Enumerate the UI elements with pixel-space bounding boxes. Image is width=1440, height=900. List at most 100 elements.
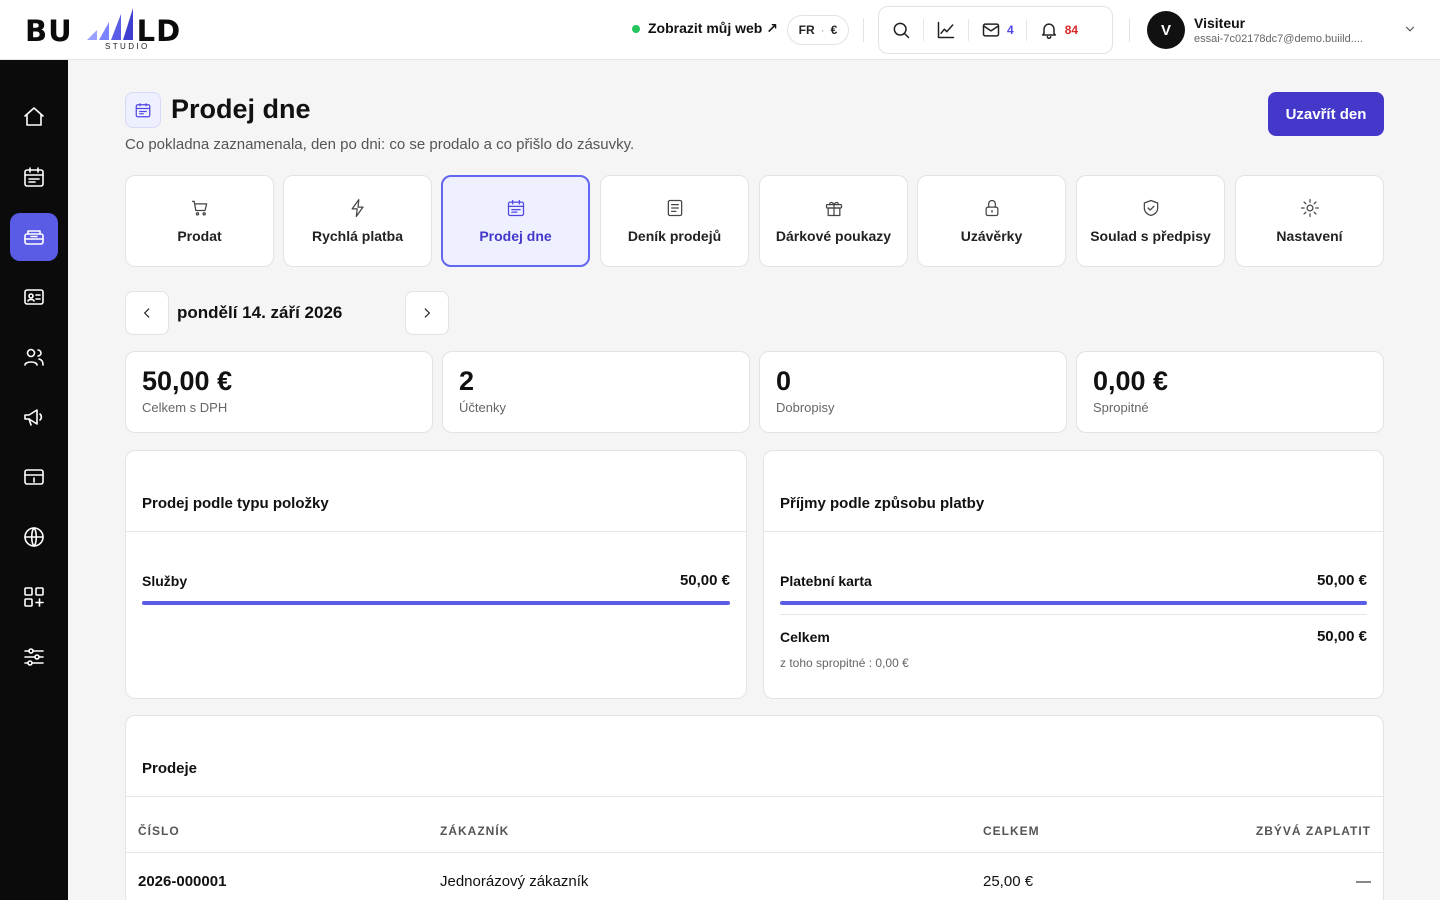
- sidebar-item-website[interactable]: [10, 513, 58, 561]
- globe-icon: [24, 527, 44, 547]
- shield-icon: [1143, 199, 1158, 217]
- type-share-bar: [142, 601, 730, 605]
- language-currency-selector[interactable]: FR · €: [787, 15, 849, 45]
- search-icon: [893, 22, 910, 39]
- tab-label: Soulad s předpisy: [1090, 228, 1211, 244]
- sidebar-item-register[interactable]: [10, 213, 58, 261]
- logo-bars-icon: [87, 8, 133, 40]
- stat-value: 50,00 €: [142, 366, 233, 396]
- stat-value: 0,00 €: [1093, 366, 1169, 396]
- sidebar-item-users[interactable]: [10, 333, 58, 381]
- page-title-icon-box: [125, 92, 161, 128]
- card-title: Prodej podle typu položky: [142, 495, 329, 512]
- column-header-remaining[interactable]: ZBÝVÁ ZAPLATIT: [1256, 824, 1371, 838]
- sidebar-item-apps[interactable]: [10, 573, 58, 621]
- messages-button[interactable]: 4: [981, 6, 1014, 54]
- stat-value: 0: [776, 366, 792, 396]
- tab-daily-sales[interactable]: Prodej dne: [441, 175, 590, 267]
- sidebar-item-calendar[interactable]: [10, 153, 58, 201]
- header-divider: [1129, 18, 1130, 42]
- tab-compliance[interactable]: Soulad s předpisy: [1076, 175, 1225, 267]
- top-bar: BULD STUDIO Zobrazit můj web ↗ FR · € 4: [0, 0, 1440, 60]
- currency-symbol: €: [830, 23, 838, 37]
- tab-label: Prodat: [177, 228, 222, 244]
- income-by-payment-card: Příjmy podle způsobu platby Platební kar…: [763, 450, 1384, 699]
- tool-divider: [923, 19, 924, 41]
- mail-count-badge: 4: [1007, 23, 1014, 37]
- view-website-link[interactable]: Zobrazit můj web ↗: [632, 20, 778, 37]
- online-status-dot: [632, 24, 640, 33]
- summary-stats: 50,00 € Celkem s DPH 2 Účtenky 0 Dobropi…: [125, 351, 1384, 433]
- divider: [126, 852, 1383, 853]
- header-tools: 4 84: [878, 6, 1113, 54]
- sidebar-item-settings[interactable]: [10, 633, 58, 681]
- sidebar: [0, 60, 68, 900]
- stat-card-credit-notes: 0 Dobropisy: [759, 351, 1067, 433]
- divider: [126, 796, 1383, 797]
- stat-label: Dobropisy: [776, 400, 835, 415]
- page-title: Prodej dne: [171, 94, 311, 124]
- sidebar-item-home[interactable]: [10, 93, 58, 141]
- search-button[interactable]: [891, 6, 911, 54]
- section-tabs: Prodat Rychlá platba Prodej dne Deník pr…: [125, 175, 1384, 267]
- next-day-button[interactable]: [405, 291, 449, 335]
- chevron-down-icon: [1405, 26, 1415, 32]
- apps-icon: [24, 587, 44, 607]
- current-date: pondělí 14. září 2026: [177, 303, 343, 322]
- chart-line-icon: [937, 21, 955, 39]
- logo[interactable]: BU LD STUDIO: [25, 8, 185, 52]
- calendar-icon: [24, 167, 44, 187]
- divider: [126, 531, 746, 532]
- sun-icon: [1300, 199, 1319, 217]
- tab-settings[interactable]: Nastavení: [1235, 175, 1384, 267]
- divider: [764, 531, 1383, 532]
- analytics-button[interactable]: [936, 6, 956, 54]
- lightning-icon: [351, 199, 364, 217]
- tab-quick-payment[interactable]: Rychlá platba: [283, 175, 432, 267]
- tab-label: Dárkové poukazy: [775, 228, 892, 244]
- sidebar-item-marketing[interactable]: [10, 393, 58, 441]
- stat-label: Celkem s DPH: [142, 400, 228, 415]
- payment-total-value: 50,00 €: [1316, 628, 1367, 645]
- type-row-value: 50,00 €: [679, 572, 730, 589]
- lock-icon: [985, 199, 998, 217]
- column-header-number[interactable]: ČÍSLO: [138, 824, 180, 838]
- sale-customer: Jednorázový zákazník: [440, 873, 589, 890]
- notifications-button[interactable]: 84: [1039, 6, 1078, 54]
- logo-subtitle: STUDIO: [105, 42, 150, 51]
- sidebar-item-contacts[interactable]: [10, 273, 58, 321]
- sliders-icon: [24, 648, 44, 666]
- main-content: Prodej dne Co pokladna zaznamenala, den …: [68, 60, 1440, 900]
- calendar-icon: [135, 103, 151, 118]
- stat-card-total: 50,00 € Celkem s DPH: [125, 351, 433, 433]
- register-icon: [24, 230, 44, 245]
- payment-share-bar: [780, 601, 1367, 605]
- megaphone-icon: [24, 409, 43, 426]
- header-divider: [863, 18, 864, 42]
- users-icon: [24, 348, 44, 366]
- payment-card-icon: [24, 469, 44, 485]
- tab-gift-vouchers[interactable]: Dárkové poukazy: [759, 175, 908, 267]
- notification-count-badge: 84: [1064, 23, 1079, 37]
- type-row-label: Služby: [142, 573, 188, 589]
- tab-sell[interactable]: Prodat: [125, 175, 274, 267]
- previous-day-button[interactable]: [125, 291, 169, 335]
- column-header-customer[interactable]: ZÁKAZNÍK: [440, 824, 509, 838]
- column-header-total[interactable]: CELKEM: [983, 824, 1040, 838]
- tool-divider: [1025, 19, 1027, 41]
- tool-divider: [968, 19, 969, 41]
- tab-label: Rychlá platba: [311, 228, 404, 244]
- tab-label: Uzávěrky: [960, 228, 1023, 244]
- tab-sales-journal[interactable]: Deník prodejů: [600, 175, 749, 267]
- tab-closures[interactable]: Uzávěrky: [917, 175, 1066, 267]
- user-menu[interactable]: V Visiteur essai-7c02178dc7@demo.buiild.…: [1147, 10, 1417, 50]
- payment-row-label: Platební karta: [780, 573, 872, 589]
- divider: [780, 614, 1367, 615]
- close-day-button[interactable]: Uzavřít den: [1268, 92, 1384, 136]
- stat-label: Spropitné: [1093, 400, 1149, 415]
- tab-label: Prodej dne: [479, 228, 552, 244]
- sidebar-item-payments[interactable]: [10, 453, 58, 501]
- card-title: Příjmy podle způsobu platby: [780, 495, 985, 512]
- sale-number[interactable]: 2026-000001: [138, 873, 226, 890]
- contact-card-icon: [24, 289, 44, 305]
